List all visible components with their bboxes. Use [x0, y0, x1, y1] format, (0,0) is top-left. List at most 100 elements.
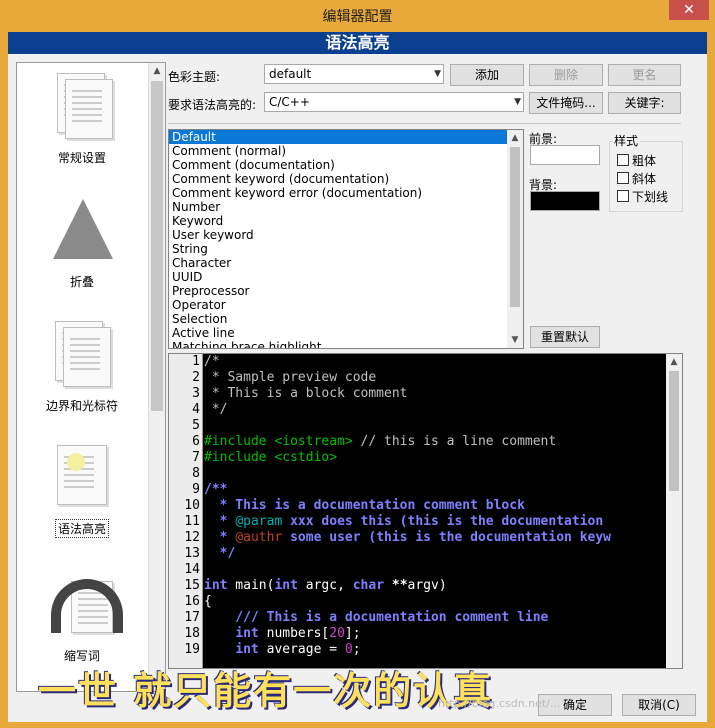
code-token: argc,	[297, 578, 353, 593]
bold-label: 粗体	[632, 154, 657, 168]
list-item[interactable]: Comment keyword error (documentation)	[169, 186, 523, 200]
color-theme-value: default	[269, 67, 312, 81]
scroll-up-icon[interactable]: ▲	[666, 354, 682, 370]
line-number: 12	[184, 530, 200, 545]
code-line: int numbers[20];	[204, 626, 666, 642]
list-item[interactable]: Operator	[169, 298, 523, 312]
code-token: @authr	[235, 530, 283, 545]
code-token: int	[204, 578, 228, 593]
code-line: */	[204, 402, 228, 417]
list-item[interactable]: Comment (documentation)	[169, 158, 523, 172]
window-title: 编辑器配置	[322, 9, 393, 25]
code-token: char	[352, 578, 385, 593]
list-item[interactable]: Comment keyword (documentation)	[169, 172, 523, 186]
checkbox-box[interactable]	[617, 190, 629, 202]
scroll-down-icon[interactable]: ▼	[507, 332, 523, 348]
list-item[interactable]: Number	[169, 200, 523, 214]
add-theme-button[interactable]: 添加	[450, 64, 524, 86]
code-token: *	[204, 514, 236, 529]
code-line: * This is a block comment	[204, 386, 408, 401]
code-line: /// This is a documentation comment line	[204, 610, 549, 625]
sidebar-item-abbreviations[interactable]: 缩写词	[17, 567, 147, 664]
checkbox-box[interactable]	[617, 154, 629, 166]
section-banner: 语法高亮	[8, 32, 707, 54]
list-item[interactable]: Selection	[169, 312, 523, 326]
general-settings-icon	[47, 69, 117, 145]
underline-checkbox[interactable]: 下划线	[617, 188, 668, 205]
sidebar-scrollbar[interactable]: ▲ ▼	[148, 63, 165, 691]
code-token: 20	[329, 626, 345, 641]
list-scrollbar[interactable]: ▲ ▼	[507, 130, 523, 348]
code-line: /*	[204, 354, 220, 369]
language-value: C/C++	[269, 95, 310, 109]
title-bar[interactable]: 编辑器配置 ✕	[0, 0, 715, 32]
abbreviations-icon	[47, 567, 123, 643]
code-token: *	[204, 530, 236, 545]
sidebar-item-margins[interactable]: 边界和光标符	[17, 317, 147, 414]
code-preview[interactable]: 1 2 3 4 5 6 7 8 9 10 11 12 13 14 15 16 1…	[168, 353, 683, 669]
checkbox-box[interactable]	[617, 172, 629, 184]
keywords-button[interactable]: 关键字:	[608, 92, 681, 114]
delete-theme-button[interactable]: 删除	[529, 64, 603, 86]
list-item[interactable]: UUID	[169, 270, 523, 284]
line-number-gutter: 1 2 3 4 5 6 7 8 9 10 11 12 13 14 15 16 1…	[169, 354, 203, 668]
line-number: 13	[184, 546, 200, 561]
style-group-title: 样式	[612, 132, 641, 149]
list-item[interactable]: User keyword	[169, 228, 523, 242]
code-token: ];	[344, 626, 361, 641]
list-item[interactable]: Character	[169, 256, 523, 270]
line-number: 14	[184, 562, 200, 577]
list-item[interactable]: Comment (normal)	[169, 144, 523, 158]
list-item[interactable]: Keyword	[169, 214, 523, 228]
sidebar-item-general[interactable]: 常规设置	[17, 69, 147, 166]
file-masks-button[interactable]: 文件掩码...	[529, 92, 603, 114]
language-label: 要求语法高亮的:	[168, 98, 257, 112]
italic-checkbox[interactable]: 斜体	[617, 170, 656, 187]
background-color-swatch[interactable]	[530, 191, 600, 211]
scroll-up-icon[interactable]: ▲	[507, 130, 523, 146]
line-number: 17	[184, 610, 200, 625]
cancel-button[interactable]: 取消(C)	[622, 694, 696, 716]
color-theme-select[interactable]: default ▼	[264, 64, 444, 84]
list-item[interactable]: String	[169, 242, 523, 256]
divider	[168, 123, 681, 124]
code-token: int	[235, 642, 259, 657]
list-item[interactable]: Active line	[169, 326, 523, 340]
line-number: 6	[192, 434, 200, 449]
reset-defaults-button[interactable]: 重置默认	[530, 326, 600, 348]
bold-checkbox[interactable]: 粗体	[617, 152, 656, 169]
list-item[interactable]: Matching brace highlight	[169, 340, 523, 348]
code-line: int average = 0;	[204, 642, 666, 658]
sidebar-scroll-thumb[interactable]	[151, 81, 163, 411]
foreground-color-swatch[interactable]	[530, 145, 600, 165]
list-item[interactable]: Default	[169, 130, 523, 144]
close-button[interactable]: ✕	[669, 0, 709, 20]
chevron-down-icon: ▼	[434, 69, 441, 79]
style-elements-list[interactable]: Default Comment (normal) Comment (docume…	[168, 129, 524, 349]
list-scroll-thumb[interactable]	[510, 147, 520, 307]
language-select[interactable]: C/C++ ▼	[264, 92, 524, 112]
editor-scroll-thumb[interactable]	[669, 371, 679, 491]
line-number: 8	[192, 466, 200, 481]
editor-scrollbar[interactable]: ▲	[666, 354, 682, 668]
rename-theme-button[interactable]: 更名	[608, 64, 681, 86]
line-number: 16	[184, 594, 200, 609]
list-item[interactable]: Preprocessor	[169, 284, 523, 298]
line-number: 1	[192, 354, 200, 369]
sidebar-item-syntax-highlighting[interactable]: 语法高亮	[17, 439, 147, 538]
sidebar-item-label: 语法高亮	[54, 519, 109, 538]
code-line: {	[204, 594, 212, 609]
code-token: #include <iostream>	[204, 434, 353, 449]
settings-sidebar: 常规设置 折叠 边界和光标符 语法高亮 缩写词 ▲ ▼	[16, 62, 166, 692]
code-line: * Sample preview code	[204, 370, 377, 385]
scroll-up-icon[interactable]: ▲	[149, 63, 165, 79]
sidebar-item-folding[interactable]: 折叠	[17, 193, 147, 290]
code-line: /**	[204, 482, 228, 497]
sidebar-item-label: 边界和光标符	[45, 399, 118, 413]
code-line: int main(int argc, char **argv)	[204, 578, 666, 594]
line-number: 10	[184, 498, 200, 513]
